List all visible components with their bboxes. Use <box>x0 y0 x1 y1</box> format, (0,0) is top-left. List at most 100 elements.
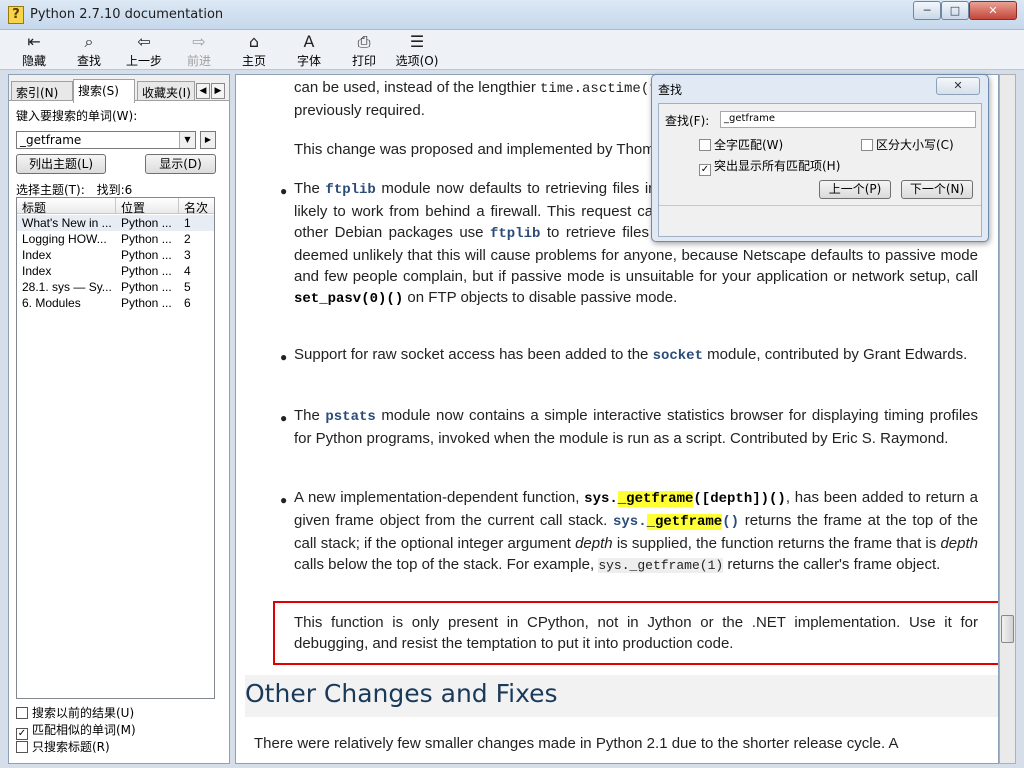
ftplib-link[interactable]: ftplib <box>325 182 375 198</box>
col-location[interactable]: 位置 <box>121 199 145 216</box>
font-icon: A <box>303 32 315 51</box>
tab-scroll-left-icon[interactable]: ◀ <box>196 83 210 99</box>
scrollbar-thumb[interactable] <box>1001 615 1014 643</box>
match-similar-label: 匹配相似的单词(M) <box>32 723 136 737</box>
find-next-button[interactable]: 下一个(N) <box>901 180 973 199</box>
result-rank: 1 <box>184 216 191 230</box>
text: The <box>294 180 320 197</box>
titles-only-checkbox[interactable]: 只搜索标题(R) <box>16 738 110 755</box>
result-location: Python ... <box>121 280 172 294</box>
find-dialog-close-button[interactable]: ✕ <box>936 77 980 95</box>
print-button[interactable]: ⎙ 打印 <box>342 32 386 68</box>
result-title: 6. Modules <box>22 296 81 310</box>
text: A new implementation-dependent function, <box>294 489 580 506</box>
checkbox-unchecked-icon <box>16 741 28 753</box>
forward-icon: ⇨ <box>192 32 206 51</box>
text: depth <box>940 535 979 552</box>
result-title: 28.1. sys — Sy... <box>22 280 112 294</box>
col-rank[interactable]: 名次 <box>184 199 208 216</box>
find-input[interactable]: _getframe <box>720 111 976 128</box>
result-location: Python ... <box>121 248 172 262</box>
result-location: Python ... <box>121 216 172 230</box>
keyword-label: 键入要搜索的单词(W): <box>16 109 138 123</box>
keyword-go-icon[interactable]: ▶ <box>200 131 216 149</box>
results-header: 标题 位置 名次 <box>17 198 214 216</box>
bullet-icon: ● <box>280 493 288 507</box>
options-icon: ☰ <box>409 32 425 51</box>
font-button[interactable]: A 字体 <box>287 32 331 68</box>
display-button[interactable]: 显示(D) <box>145 154 216 174</box>
select-topic-label: 选择主题(T): 找到:6 <box>16 181 132 198</box>
minimize-button[interactable]: ─ <box>913 1 941 20</box>
tab-scroll-right-icon[interactable]: ▶ <box>211 83 225 99</box>
list-topics-button[interactable]: 列出主题(L) <box>16 154 106 174</box>
text: calls below the top of the stack. For ex… <box>294 556 595 573</box>
highlight-all-checkbox[interactable]: ✓ 突出显示所有匹配项(H) <box>699 157 840 176</box>
search-highlight: _getframe <box>617 491 694 507</box>
result-location: Python ... <box>121 264 172 278</box>
tab-index[interactable]: 索引(N) <box>11 81 73 101</box>
result-rank: 5 <box>184 280 191 294</box>
highlight-all-label: 突出显示所有匹配项(H) <box>714 159 841 173</box>
print-label: 打印 <box>351 54 376 68</box>
text: module, contributed by Grant Edwards. <box>707 346 968 363</box>
forward-button[interactable]: ⇨ 前进 <box>177 32 221 68</box>
result-row[interactable]: 6. Modules Python ... 6 <box>17 295 214 311</box>
home-button[interactable]: ⌂ 主页 <box>232 32 276 68</box>
result-row[interactable]: What's New in ... Python ... 1 <box>17 215 214 231</box>
close-button[interactable]: ✕ <box>969 1 1017 20</box>
result-location: Python ... <box>121 296 172 310</box>
socket-link[interactable]: socket <box>653 348 703 364</box>
result-row[interactable]: Logging HOW... Python ... 2 <box>17 231 214 247</box>
match-case-label: 区分大小写(C) <box>876 138 954 152</box>
nav-tabs: 索引(N) 搜索(S) 收藏夹(I) ◀ ▶ <box>9 79 231 103</box>
bullet-icon: ● <box>280 184 288 198</box>
bullet-icon: ● <box>280 411 288 425</box>
find-button[interactable]: ⌕ 查找 <box>67 32 111 68</box>
result-title: Index <box>22 264 52 278</box>
hide-button[interactable]: ⇤ 隐藏 <box>12 32 56 68</box>
find-dialog: 查找 ✕ 查找(F): _getframe 全字匹配(W) 区分大小写(C) ✓… <box>651 74 989 242</box>
ftplib-link[interactable]: ftplib <box>490 226 540 242</box>
checkbox-unchecked-icon <box>16 707 28 719</box>
search-previous-checkbox[interactable]: 搜索以前的结果(U) <box>16 704 134 721</box>
search-highlight: _getframe <box>629 558 700 573</box>
titles-only-label: 只搜索标题(R) <box>32 740 110 754</box>
found-count: 找到:6 <box>96 183 133 197</box>
bullet-getframe: A new implementation-dependent function,… <box>294 487 978 576</box>
checkbox-unchecked-icon <box>861 139 873 151</box>
navigation-pane: 索引(N) 搜索(S) 收藏夹(I) ◀ ▶ 键入要搜索的单词(W): _get… <box>8 74 230 764</box>
forward-label: 前进 <box>186 54 211 68</box>
hide-label: 隐藏 <box>21 54 46 68</box>
getframe-link[interactable]: sys. <box>613 514 647 530</box>
result-row[interactable]: Index Python ... 4 <box>17 263 214 279</box>
checkbox-checked-icon: ✓ <box>699 164 711 176</box>
back-button[interactable]: ⇦ 上一步 <box>122 32 166 68</box>
section-heading: Other Changes and Fixes <box>245 675 998 717</box>
back-label: 上一步 <box>125 54 162 68</box>
col-title[interactable]: 标题 <box>22 199 46 216</box>
code: sys. <box>584 491 618 507</box>
pstats-link[interactable]: pstats <box>325 409 375 425</box>
match-case-checkbox[interactable]: 区分大小写(C) <box>861 136 954 153</box>
print-icon: ⎙ <box>357 32 371 51</box>
find-dialog-title: 查找 <box>658 83 683 97</box>
text: previously required. <box>294 102 425 119</box>
window-title: Python 2.7.10 documentation <box>30 7 224 22</box>
result-row[interactable]: 28.1. sys — Sy... Python ... 5 <box>17 279 214 295</box>
results-list[interactable]: 标题 位置 名次 What's New in ... Python ... 1 … <box>16 197 215 699</box>
whole-word-checkbox[interactable]: 全字匹配(W) <box>699 136 783 153</box>
find-prev-button[interactable]: 上一个(P) <box>819 180 891 199</box>
keyword-input[interactable]: _getframe <box>16 131 196 149</box>
maximize-button[interactable]: □ <box>941 1 969 20</box>
result-row[interactable]: Index Python ... 3 <box>17 247 214 263</box>
title-bar: ? Python 2.7.10 documentation ─ □ ✕ <box>0 0 1024 30</box>
options-button[interactable]: ☰ 选项(O) <box>392 32 442 68</box>
search-highlight: _getframe <box>646 514 723 530</box>
text: module now contains a simple interactive… <box>294 407 978 447</box>
vertical-scrollbar[interactable] <box>999 74 1016 764</box>
search-panel: 键入要搜索的单词(W): _getframe ▼ ▶ 列出主题(L) 显示(D)… <box>9 100 229 763</box>
tab-favorites[interactable]: 收藏夹(I) <box>137 81 195 101</box>
tab-search[interactable]: 搜索(S) <box>73 79 135 103</box>
keyword-dropdown-icon[interactable]: ▼ <box>179 132 195 148</box>
